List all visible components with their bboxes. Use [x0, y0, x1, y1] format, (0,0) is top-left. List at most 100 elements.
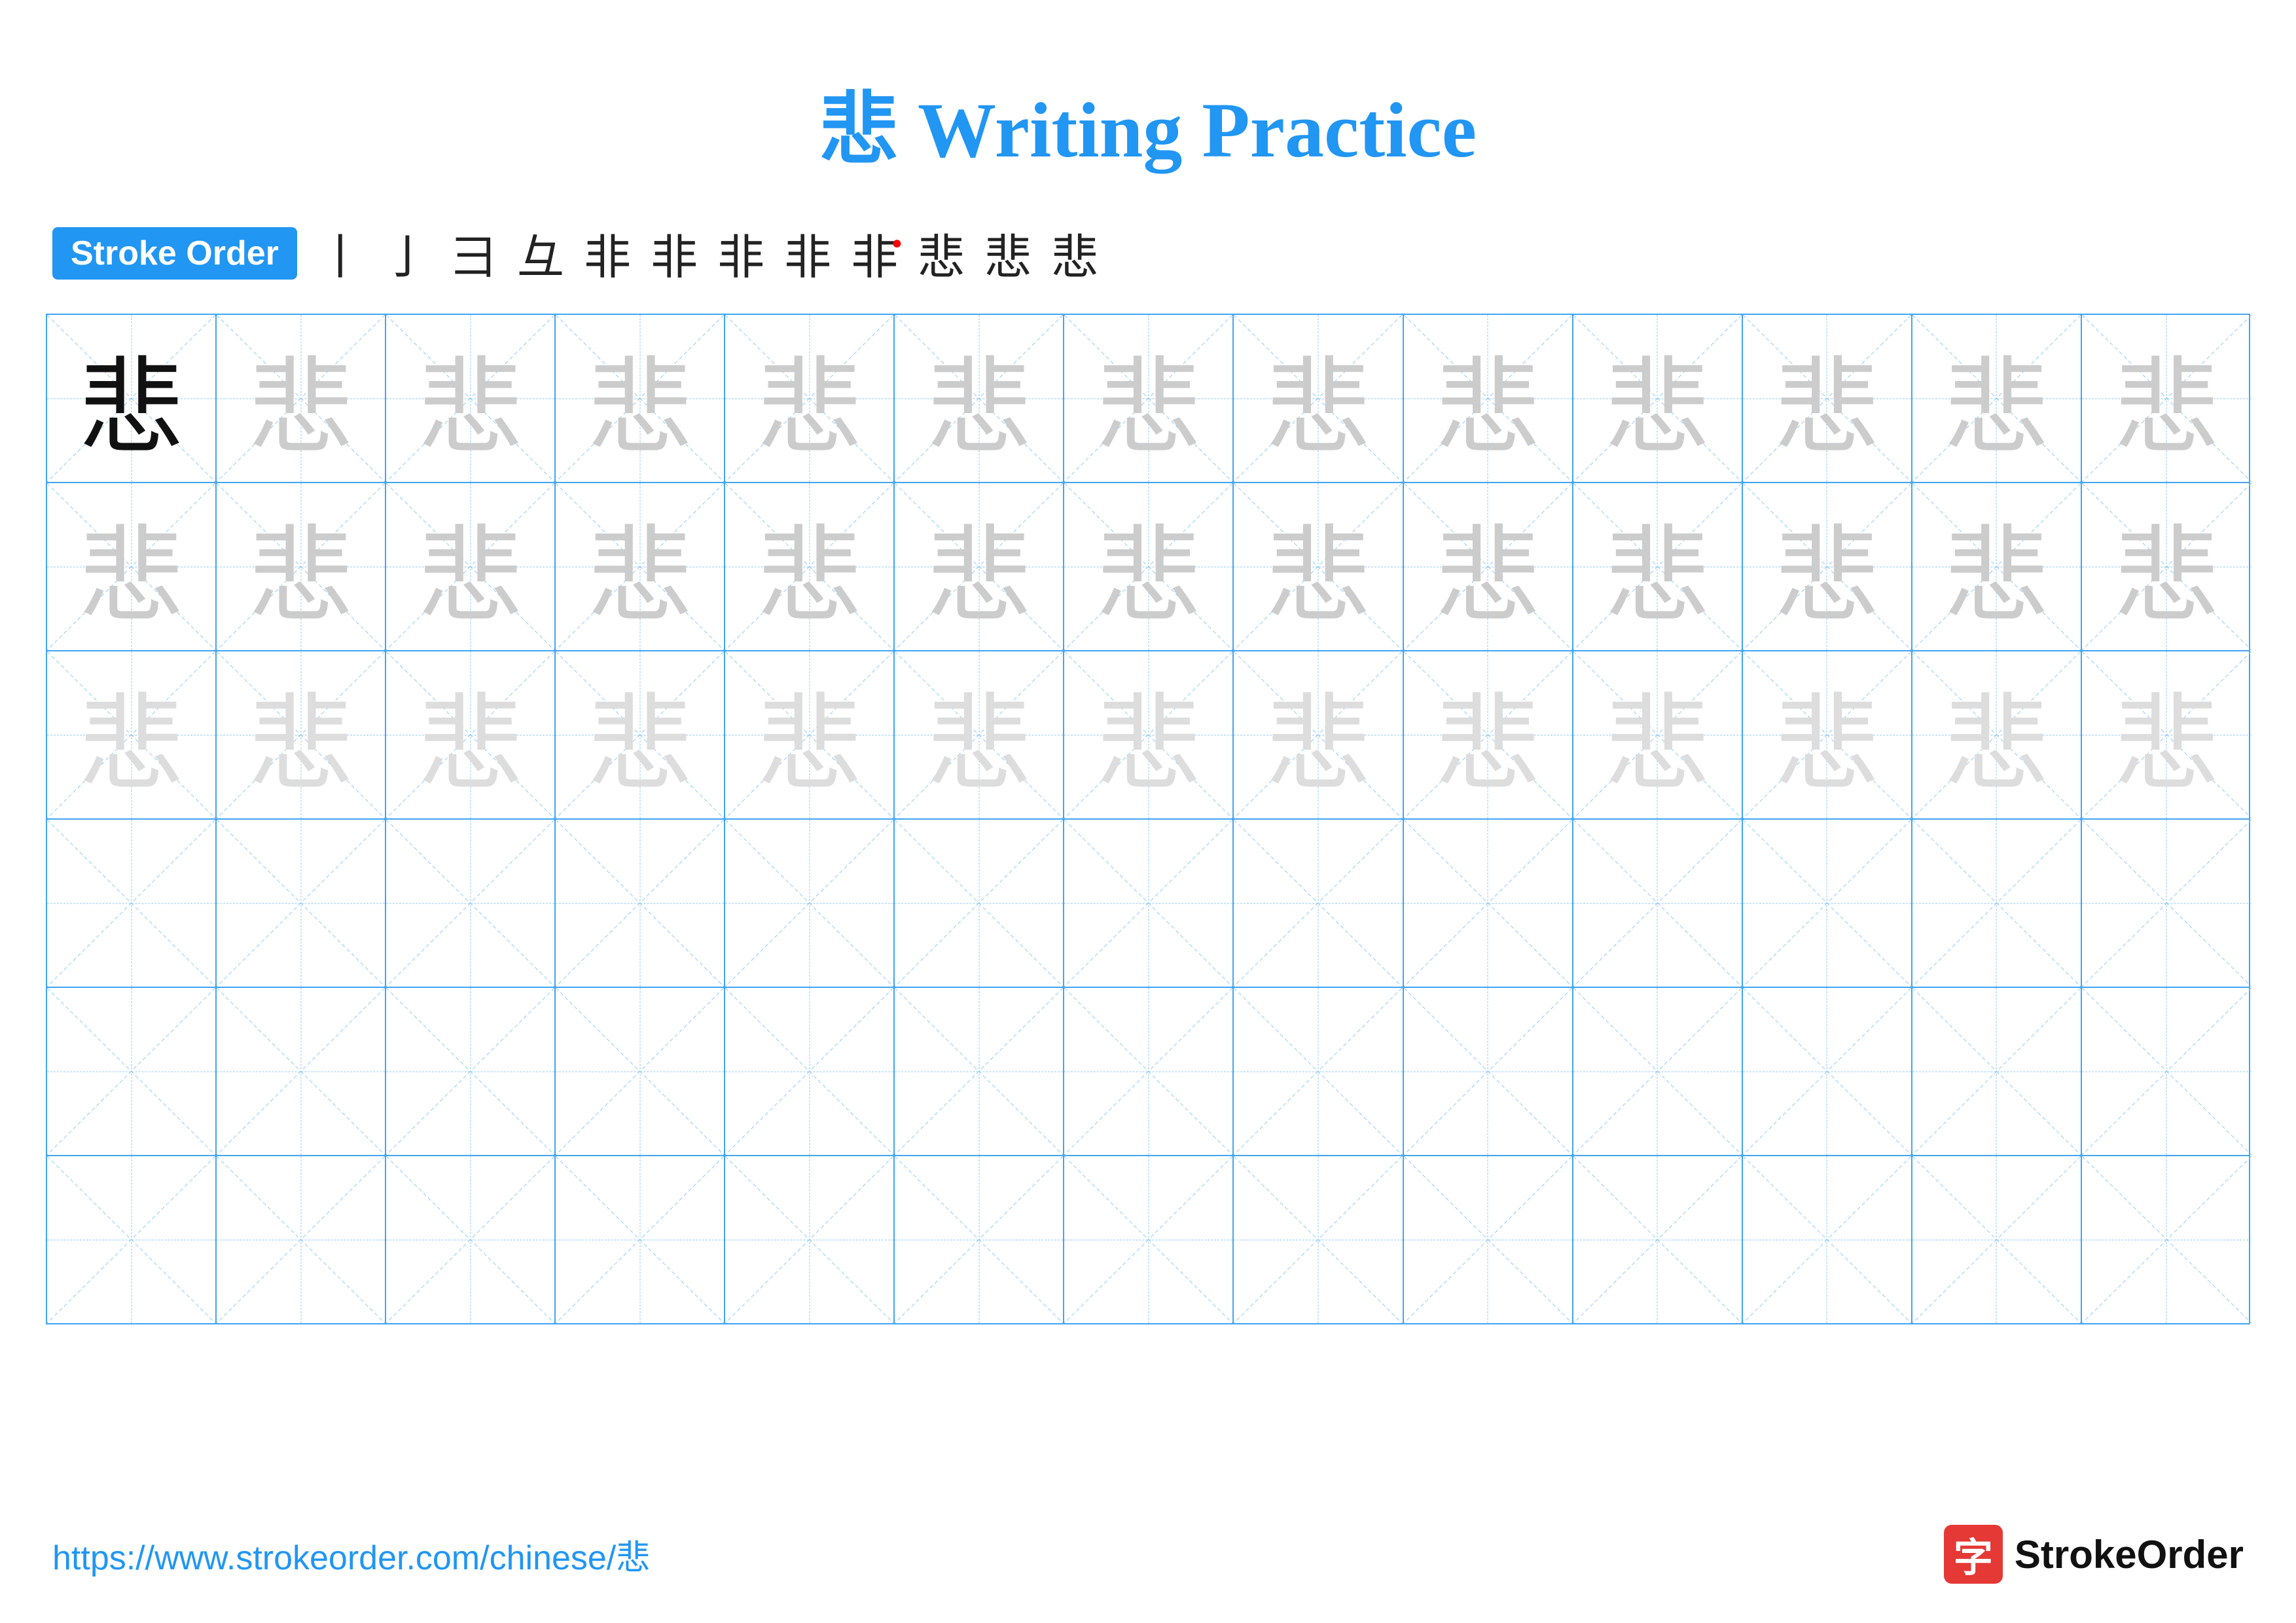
grid-cell-r2c8[interactable]: 悲: [1234, 483, 1403, 650]
grid-cell-r2c4[interactable]: 悲: [556, 483, 725, 650]
grid-cell-r1c11[interactable]: 悲: [1743, 315, 1912, 482]
grid-cell-r6c10[interactable]: [1573, 1156, 1743, 1323]
grid-cell-r3c11[interactable]: 悲: [1743, 651, 1912, 818]
grid-cell-r4c12[interactable]: [1912, 820, 2082, 987]
grid-cell-r4c7[interactable]: [1064, 820, 1234, 987]
grid-cell-r2c7[interactable]: 悲: [1064, 483, 1234, 650]
grid-cell-r6c1[interactable]: [47, 1156, 217, 1323]
footer-url: https://www.strokeorder.com/chinese/悲: [52, 1530, 650, 1579]
grid-cell-r2c13[interactable]: 悲: [2082, 483, 2251, 650]
grid-cell-r2c3[interactable]: 悲: [386, 483, 556, 650]
grid-cell-r4c8[interactable]: [1234, 820, 1403, 987]
stroke-step-6: 非: [651, 219, 698, 287]
grid-cell-r5c1[interactable]: [47, 988, 217, 1155]
grid-cell-r5c13[interactable]: [2082, 988, 2251, 1155]
practice-char: 悲: [757, 323, 862, 475]
stroke-step-3: 彐: [450, 219, 497, 287]
grid-cell-r1c5[interactable]: 悲: [725, 315, 895, 482]
grid-cell-r6c9[interactable]: [1404, 1156, 1573, 1323]
grid-cell-r5c6[interactable]: [895, 988, 1064, 1155]
logo-text: StrokeOrder: [2015, 1532, 2244, 1577]
grid-cell-r2c11[interactable]: 悲: [1743, 483, 1912, 650]
grid-cell-r3c2[interactable]: 悲: [217, 651, 386, 818]
grid-cell-r1c7[interactable]: 悲: [1064, 315, 1234, 482]
grid-cell-r3c1[interactable]: 悲: [47, 651, 217, 818]
grid-cell-r3c4[interactable]: 悲: [556, 651, 725, 818]
grid-cell-r2c12[interactable]: 悲: [1912, 483, 2082, 650]
grid-cell-r5c12[interactable]: [1912, 988, 2082, 1155]
grid-cell-r2c10[interactable]: 悲: [1573, 483, 1743, 650]
grid-cell-r3c8[interactable]: 悲: [1234, 651, 1403, 818]
grid-cell-r4c11[interactable]: [1743, 820, 1912, 987]
grid-cell-r3c6[interactable]: 悲: [895, 651, 1064, 818]
grid-cell-r5c5[interactable]: [725, 988, 895, 1155]
grid-cell-r1c4[interactable]: 悲: [556, 315, 725, 482]
practice-char: 悲: [418, 491, 523, 643]
grid-cell-r3c10[interactable]: 悲: [1573, 651, 1743, 818]
grid-cell-r5c8[interactable]: [1234, 988, 1403, 1155]
practice-char: 悲: [2114, 659, 2219, 811]
grid-cell-r4c2[interactable]: [217, 820, 386, 987]
grid-row-4: [47, 820, 2249, 988]
grid-cell-r6c2[interactable]: [217, 1156, 386, 1323]
grid-cell-r2c9[interactable]: 悲: [1404, 483, 1573, 650]
grid-cell-r2c6[interactable]: 悲: [895, 483, 1064, 650]
practice-char: 悲: [1605, 323, 1710, 475]
practice-char: 悲: [1774, 491, 1879, 643]
grid-cell-r5c11[interactable]: [1743, 988, 1912, 1155]
grid-cell-r4c5[interactable]: [725, 820, 895, 987]
grid-cell-r1c8[interactable]: 悲: [1234, 315, 1403, 482]
stroke-step-1: 丨: [317, 219, 364, 287]
grid-cell-r5c3[interactable]: [386, 988, 556, 1155]
grid-cell-r2c2[interactable]: 悲: [217, 483, 386, 650]
practice-char: 悲: [1266, 323, 1371, 475]
grid-cell-r2c5[interactable]: 悲: [725, 483, 895, 650]
stroke-step-9: 非: [851, 219, 898, 287]
grid-cell-r5c10[interactable]: [1573, 988, 1743, 1155]
grid-cell-r1c12[interactable]: 悲: [1912, 315, 2082, 482]
grid-cell-r1c13[interactable]: 悲: [2082, 315, 2251, 482]
grid-cell-r6c6[interactable]: [895, 1156, 1064, 1323]
grid-cell-r4c9[interactable]: [1404, 820, 1573, 987]
grid-cell-r4c4[interactable]: [556, 820, 725, 987]
practice-char: 悲: [2114, 491, 2219, 643]
grid-cell-r3c13[interactable]: 悲: [2082, 651, 2251, 818]
grid-cell-r6c12[interactable]: [1912, 1156, 2082, 1323]
grid-cell-r5c2[interactable]: [217, 988, 386, 1155]
grid-cell-r5c9[interactable]: [1404, 988, 1573, 1155]
grid-cell-r6c11[interactable]: [1743, 1156, 1912, 1323]
grid-cell-r3c3[interactable]: 悲: [386, 651, 556, 818]
practice-char: 悲: [588, 659, 692, 811]
grid-cell-r1c6[interactable]: 悲: [895, 315, 1064, 482]
grid-cell-r1c2[interactable]: 悲: [217, 315, 386, 482]
grid-cell-r4c1[interactable]: [47, 820, 217, 987]
practice-char: 悲: [2114, 323, 2219, 475]
practice-char: 悲: [1435, 491, 1540, 643]
grid-cell-r6c5[interactable]: [725, 1156, 895, 1323]
stroke-step-2: 亅: [384, 219, 431, 287]
grid-cell-r6c7[interactable]: [1064, 1156, 1234, 1323]
grid-cell-r3c9[interactable]: 悲: [1404, 651, 1573, 818]
grid-cell-r1c3[interactable]: 悲: [386, 315, 556, 482]
grid-cell-r5c4[interactable]: [556, 988, 725, 1155]
grid-cell-r1c9[interactable]: 悲: [1404, 315, 1573, 482]
grid-cell-r3c12[interactable]: 悲: [1912, 651, 2082, 818]
grid-cell-r3c7[interactable]: 悲: [1064, 651, 1234, 818]
grid-cell-r4c13[interactable]: [2082, 820, 2251, 987]
grid-cell-r6c4[interactable]: [556, 1156, 725, 1323]
grid-cell-r4c10[interactable]: [1573, 820, 1743, 987]
grid-cell-r1c10[interactable]: 悲: [1573, 315, 1743, 482]
footer: https://www.strokeorder.com/chinese/悲 字 …: [52, 1525, 2244, 1584]
grid-cell-r6c8[interactable]: [1234, 1156, 1403, 1323]
logo-icon: 字: [1944, 1525, 2003, 1584]
grid-cell-r4c3[interactable]: [386, 820, 556, 987]
grid-cell-r4c6[interactable]: [895, 820, 1064, 987]
grid-cell-r1c1[interactable]: 悲: [47, 315, 217, 482]
grid-cell-r2c1[interactable]: 悲: [47, 483, 217, 650]
practice-char: 悲: [1944, 323, 2049, 475]
grid-cell-r3c5[interactable]: 悲: [725, 651, 895, 818]
grid-cell-r6c13[interactable]: [2082, 1156, 2251, 1323]
grid-cell-r5c7[interactable]: [1064, 988, 1234, 1155]
grid-cell-r6c3[interactable]: [386, 1156, 556, 1323]
stroke-step-5: 非: [584, 219, 631, 287]
